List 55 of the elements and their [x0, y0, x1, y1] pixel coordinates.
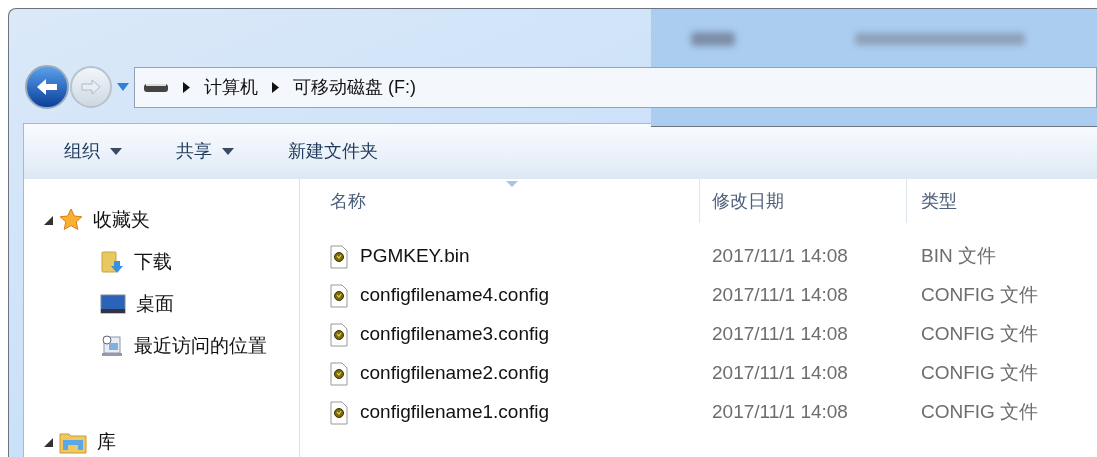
- expanded-triangle-icon[interactable]: [44, 215, 53, 225]
- file-row[interactable]: configfilename1.config 2017/11/1 14:08 CONFIG 文件: [300, 393, 1097, 432]
- file-name: PGMKEY.bin: [360, 244, 470, 269]
- file-type: BIN 文件: [920, 244, 996, 269]
- file-type: CONFIG 文件: [920, 322, 1039, 347]
- file-icon: [330, 283, 348, 308]
- chevron-right-icon: [272, 81, 279, 93]
- drive-icon: [143, 81, 169, 94]
- library-folder-icon: [59, 430, 87, 454]
- file-icon: [330, 361, 348, 386]
- right-arrow-icon: [80, 78, 102, 97]
- column-header[interactable]: 名称: [300, 179, 700, 223]
- left-arrow-icon: [35, 77, 59, 98]
- column-header[interactable]: 类型: [907, 179, 1097, 223]
- file-icon: [330, 400, 348, 425]
- file-row[interactable]: configfilename4.config 2017/11/1 14:08 CONFIG 文件: [300, 276, 1097, 315]
- tree-item[interactable]: 收藏夹: [44, 205, 299, 235]
- folder-download-icon: [100, 250, 124, 274]
- toolbar-menu-button[interactable]: 组织: [64, 137, 122, 165]
- file-row[interactable]: configfilename2.config 2017/11/1 14:08 CONFIG 文件: [300, 354, 1097, 393]
- file-type: CONFIG 文件: [920, 361, 1039, 386]
- modified-date: 2017/11/1 14:08: [711, 361, 849, 386]
- file-name: configfilename1.config: [360, 400, 550, 425]
- file-name: configfilename2.config: [360, 361, 550, 386]
- modified-date: 2017/11/1 14:08: [711, 244, 849, 269]
- modified-date: 2017/11/1 14:08: [711, 400, 849, 425]
- file-icon: [330, 322, 348, 347]
- breadcrumb[interactable]: 计算机: [204, 73, 258, 101]
- tree-item[interactable]: 下载: [44, 247, 299, 277]
- file-type: CONFIG 文件: [920, 400, 1039, 425]
- column-header[interactable]: 修改日期: [700, 179, 907, 223]
- caret-icon: [110, 147, 122, 155]
- sort-indicator-icon: [506, 181, 518, 187]
- expanded-triangle-icon[interactable]: [44, 437, 53, 447]
- file-name: configfilename3.config: [360, 322, 550, 347]
- recent-places-icon: [100, 334, 124, 358]
- file-row[interactable]: configfilename3.config 2017/11/1 14:08 CONFIG 文件: [300, 315, 1097, 354]
- breadcrumb[interactable]: 可移动磁盘 (F:): [293, 73, 416, 101]
- chevron-right-icon: [183, 81, 190, 93]
- file-type: CONFIG 文件: [920, 283, 1039, 308]
- star-icon: [59, 208, 83, 232]
- file-row[interactable]: PGMKEY.bin 2017/11/1 14:08 BIN 文件: [300, 237, 1097, 276]
- caret-icon: [222, 147, 234, 155]
- address-bar[interactable]: 计算机 可移动磁盘 (F:): [134, 66, 1097, 108]
- tree-item[interactable]: 库: [44, 427, 299, 457]
- file-name: configfilename4.config: [360, 283, 550, 308]
- toolbar-menu-button[interactable]: 新建文件夹: [288, 137, 378, 165]
- modified-date: 2017/11/1 14:08: [711, 283, 849, 308]
- tree-item[interactable]: 桌面: [44, 289, 299, 319]
- modified-date: 2017/11/1 14:08: [711, 322, 849, 347]
- back-button[interactable]: [25, 65, 69, 110]
- file-icon: [330, 244, 348, 269]
- tree-item[interactable]: 最近访问的位置: [44, 331, 299, 361]
- toolbar-menu-button[interactable]: 共享: [176, 137, 234, 165]
- desktop-icon: [100, 294, 126, 314]
